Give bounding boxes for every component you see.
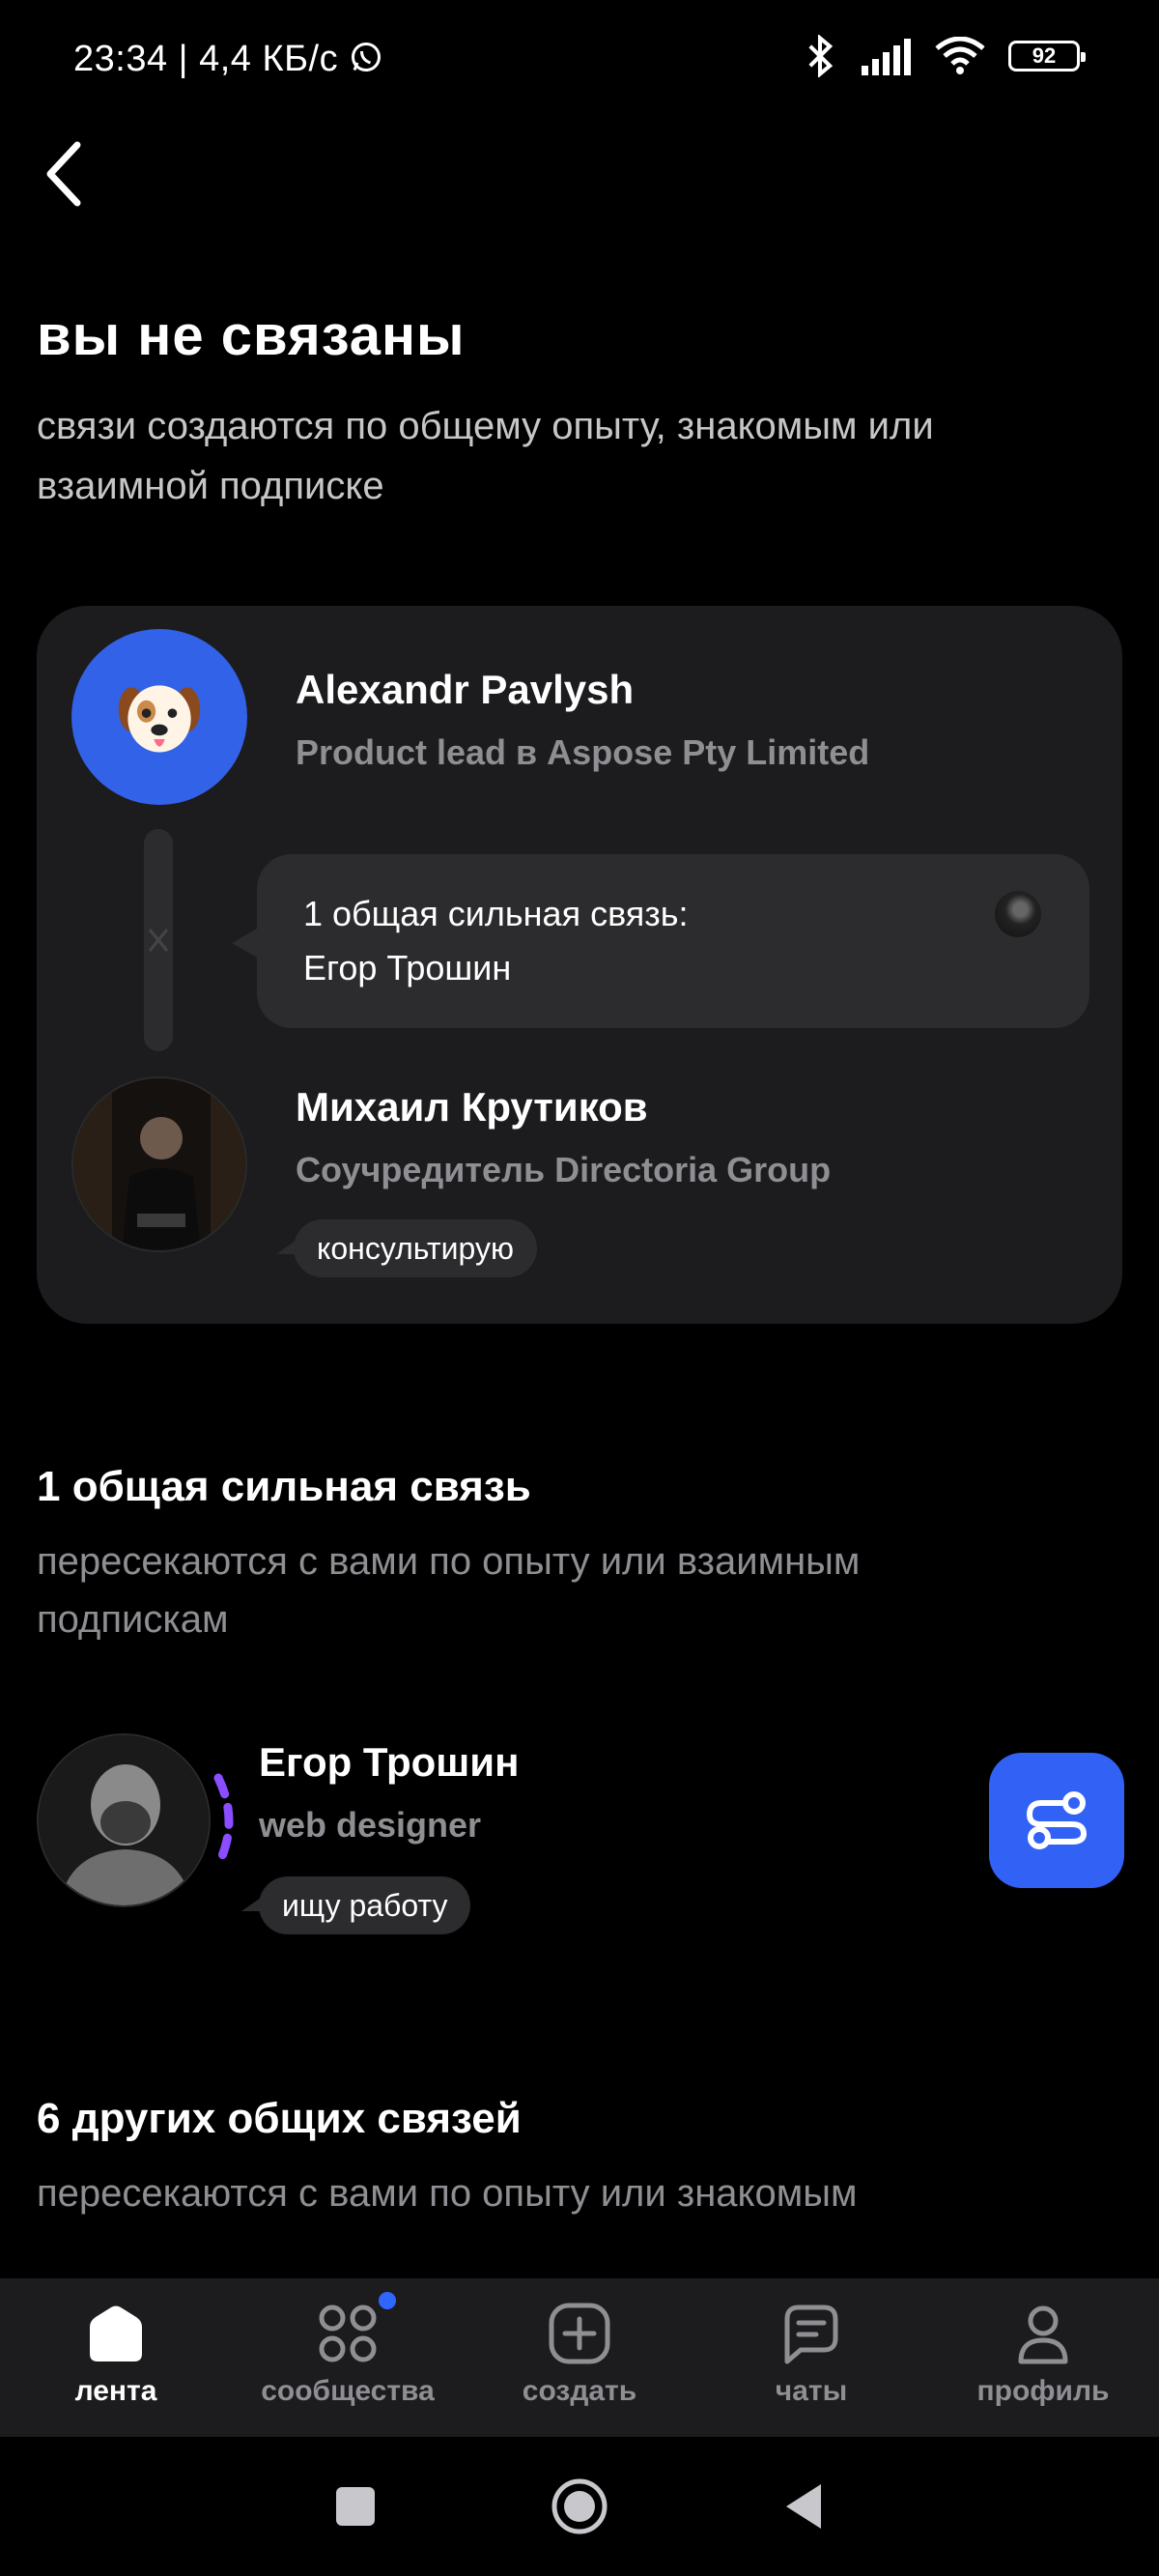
back-button[interactable] — [35, 135, 97, 213]
person-role: web designer — [259, 1805, 482, 1845]
other-connections-title: 6 других общих связей — [37, 2095, 522, 2142]
status-tag: ищу работу — [259, 1876, 471, 1934]
bluetooth-icon — [808, 35, 834, 77]
user-icon — [1018, 2305, 1068, 2364]
chevron-left-icon — [46, 141, 81, 207]
tag-tail — [241, 1898, 261, 1911]
mutual-avatar — [995, 891, 1041, 937]
nav-chats[interactable]: чаты — [695, 2278, 927, 2437]
person-b-name[interactable]: Михаил Крутиков — [296, 1084, 648, 1131]
person-photo — [39, 1735, 209, 1905]
wifi-icon — [935, 37, 985, 74]
person-name[interactable]: Егор Трошин — [259, 1739, 520, 1786]
bubble-tail — [232, 928, 259, 959]
other-connections-subtitle: пересекаются с вами по опыту или знакомы… — [37, 2172, 858, 2215]
nav-communities[interactable]: сообщества — [232, 2278, 464, 2437]
person-a-name[interactable]: Alexandr Pavlysh — [296, 667, 634, 713]
recents-icon[interactable] — [334, 2485, 377, 2528]
status-tag: консультирую — [294, 1219, 537, 1277]
strong-connections-subtitle: пересекаются с вами по опыту или взаимны… — [37, 1540, 861, 1641]
connection-line — [144, 829, 173, 1051]
grid-icon — [319, 2304, 377, 2362]
route-button[interactable] — [989, 1753, 1124, 1888]
battery-indicator: 92 — [1008, 41, 1086, 72]
notification-dot — [379, 2292, 396, 2309]
nav-profile[interactable]: профиль — [927, 2278, 1159, 2437]
strong-connections-title: 1 общая сильная связь — [37, 1463, 531, 1510]
avatar[interactable] — [37, 1733, 211, 1907]
chat-icon — [784, 2304, 838, 2364]
page-title: вы не связаны — [37, 304, 466, 367]
list-item[interactable] — [37, 1733, 211, 1907]
strong-link-indicator — [213, 1773, 234, 1870]
tag-tail — [276, 1241, 296, 1254]
nav-create[interactable]: создать — [464, 2278, 695, 2437]
plus-square-icon — [549, 2303, 610, 2364]
home-circle-icon[interactable] — [551, 2477, 608, 2535]
page-subtitle: связи создаются по общему опыту, знакомы… — [37, 405, 934, 507]
avatar[interactable] — [71, 629, 247, 805]
person-b-role: Соучредитель Directoria Group — [296, 1150, 832, 1189]
dog-emoji-icon — [118, 685, 201, 753]
person-photo — [73, 1078, 245, 1250]
home-icon — [90, 2305, 142, 2361]
nav-feed[interactable]: лента — [0, 2278, 232, 2437]
signal-icon — [862, 39, 911, 75]
person-a-role: Product lead в Aspose Pty Limited — [296, 732, 870, 772]
bottom-nav: лента сообщества создать чаты профиль — [0, 2278, 1159, 2437]
route-icon — [1026, 1791, 1088, 1849]
back-triangle-icon[interactable] — [782, 2482, 825, 2531]
mutual-connection-text: 1 общая сильная связь: Егор Трошин — [303, 894, 689, 987]
system-navigation — [0, 2437, 1159, 2576]
whatsapp-icon — [352, 43, 382, 72]
link-cross-icon — [148, 929, 169, 952]
avatar[interactable] — [71, 1076, 247, 1252]
status-icons: 92 — [804, 35, 1086, 77]
status-time: 23:34 | 4,4 КБ/с — [73, 39, 383, 80]
